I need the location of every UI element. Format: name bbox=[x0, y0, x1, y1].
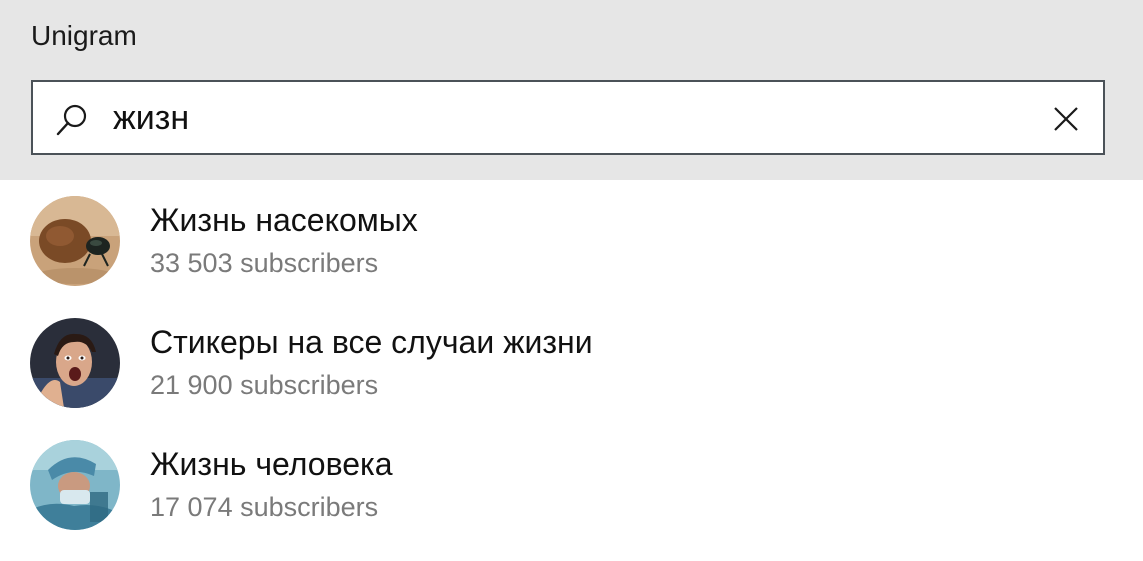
list-item[interactable]: Жизнь насекомых 33 503 subscribers bbox=[0, 180, 1143, 302]
dung-beetle-photo bbox=[30, 196, 120, 286]
surgeon-photo bbox=[30, 440, 120, 530]
result-title: Стикеры на все случаи жизни bbox=[150, 324, 593, 360]
close-icon[interactable] bbox=[1053, 106, 1079, 132]
list-item[interactable]: Стикеры на все случаи жизни 21 900 subsc… bbox=[0, 302, 1143, 424]
app-window: Unigram жизн Жизнь насекомых 33 503 subs… bbox=[0, 0, 1143, 561]
result-title: Жизнь насекомых bbox=[150, 202, 418, 238]
search-input[interactable] bbox=[113, 92, 1013, 144]
screaming-woman-photo bbox=[30, 318, 120, 408]
avatar bbox=[30, 440, 120, 530]
app-title: Unigram bbox=[31, 20, 137, 51]
avatar bbox=[30, 196, 120, 286]
search-box[interactable] bbox=[31, 80, 1105, 155]
search-icon bbox=[55, 103, 89, 137]
result-subscribers: 17 074 subscribers bbox=[150, 492, 379, 522]
list-item[interactable]: Жизнь человека 17 074 subscribers bbox=[0, 424, 1143, 546]
result-subscribers: 33 503 subscribers bbox=[150, 248, 379, 278]
result-title: Жизнь человека bbox=[150, 446, 393, 482]
title-bar: Unigram bbox=[0, 0, 1143, 180]
result-subscribers: 21 900 subscribers bbox=[150, 370, 379, 400]
search-results-list: Жизнь насекомых 33 503 subscribers Стике… bbox=[0, 180, 1143, 546]
avatar bbox=[30, 318, 120, 408]
